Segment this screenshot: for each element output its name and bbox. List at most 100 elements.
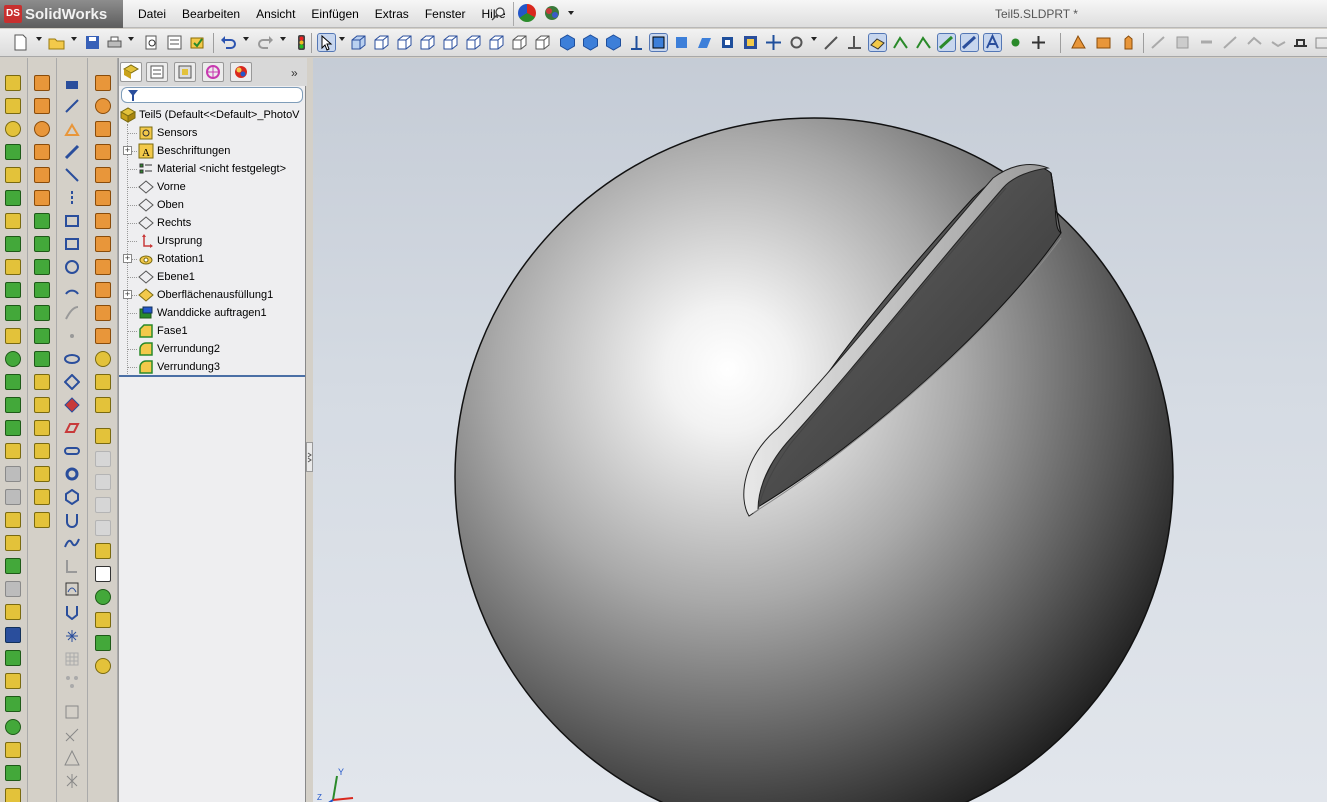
open-folder-icon[interactable]	[48, 34, 65, 51]
freeform-icon[interactable]	[5, 765, 21, 781]
feature-offset-icon[interactable]	[95, 282, 111, 298]
replace-face-icon[interactable]	[34, 420, 50, 436]
boundary-boss-icon[interactable]	[5, 167, 21, 183]
surface-sweep-icon[interactable]	[34, 121, 50, 137]
tree-item[interactable]: Oben	[119, 196, 307, 214]
disabled-tool-1-icon[interactable]	[1150, 34, 1167, 51]
tangent-arc-icon[interactable]	[64, 305, 80, 321]
move-face-icon[interactable]	[34, 512, 50, 528]
circular-pattern-icon[interactable]	[5, 604, 21, 620]
projected-curve-icon[interactable]	[5, 696, 21, 712]
3d-sketch-icon[interactable]	[64, 121, 80, 137]
delete-face-icon[interactable]	[34, 397, 50, 413]
draft-icon[interactable]	[5, 374, 21, 390]
feature-plane-icon[interactable]	[95, 190, 111, 206]
feature-fill-icon[interactable]	[95, 213, 111, 229]
shaded-cube-1-icon[interactable]	[559, 34, 576, 51]
render-2-icon[interactable]	[1095, 34, 1112, 51]
circle-icon[interactable]	[64, 259, 80, 275]
menu-ansicht[interactable]: Ansicht	[248, 7, 303, 21]
smart-dimension-tool-icon[interactable]	[64, 98, 80, 114]
render-3-icon[interactable]	[1120, 34, 1137, 51]
mid-surface-icon[interactable]	[34, 443, 50, 459]
polygon-icon[interactable]	[64, 374, 80, 390]
save-icon[interactable]	[84, 34, 101, 51]
tree-item[interactable]: + A Beschriftungen	[119, 142, 307, 160]
feature-cross-icon[interactable]	[95, 566, 111, 582]
dome-icon[interactable]	[5, 443, 21, 459]
tree-filter-input[interactable]	[121, 87, 303, 103]
rollback-bar[interactable]	[119, 375, 305, 377]
feature-knit-icon[interactable]	[95, 259, 111, 275]
rotate-view-icon[interactable]	[788, 34, 805, 51]
intersect-icon[interactable]	[5, 489, 21, 505]
view-cube-8-icon[interactable]	[511, 34, 528, 51]
ellipse-icon[interactable]	[64, 351, 80, 367]
rotate-dropdown-icon[interactable]	[811, 37, 817, 41]
convert-entities-icon[interactable]	[64, 535, 80, 551]
composite-curve-icon[interactable]	[5, 673, 21, 689]
display-relations-icon[interactable]	[64, 628, 80, 644]
normal-to-icon[interactable]	[628, 34, 645, 51]
points-display-icon[interactable]	[915, 34, 932, 51]
featuremanager-tab-icon[interactable]	[120, 62, 142, 82]
mirror-entities-icon[interactable]	[64, 558, 80, 574]
open-dropdown-icon[interactable]	[71, 37, 77, 41]
lofted-cut-icon[interactable]	[5, 259, 21, 275]
instant3d-icon[interactable]	[5, 581, 21, 597]
relations-display-icon[interactable]	[960, 33, 979, 52]
spiral-icon[interactable]	[5, 719, 21, 735]
fillet-tool-icon[interactable]	[5, 282, 21, 298]
swept-cut-icon[interactable]	[5, 236, 21, 252]
sweep-boss-icon[interactable]	[5, 121, 21, 137]
new-dropdown-icon[interactable]	[36, 37, 42, 41]
feature-extend-icon[interactable]	[95, 328, 111, 344]
hat-tool-icon[interactable]	[1292, 34, 1309, 51]
feature-ruled-icon[interactable]	[95, 305, 111, 321]
feature-boundary-icon[interactable]	[95, 167, 111, 183]
tree-item[interactable]: Fase1	[119, 322, 307, 340]
sketch-picture-icon[interactable]	[64, 727, 80, 743]
plane-tool-icon[interactable]	[64, 420, 80, 436]
planar-surface-icon[interactable]	[34, 213, 50, 229]
disabled-tool-3-icon[interactable]	[1198, 34, 1215, 51]
centerline-icon[interactable]	[64, 190, 80, 206]
shaded-cube-2-icon[interactable]	[582, 34, 599, 51]
view-cube-3-icon[interactable]	[396, 34, 413, 51]
linear-pattern-icon[interactable]	[5, 328, 21, 344]
feature-radiate-icon[interactable]	[95, 397, 111, 413]
appearance-icon[interactable]	[518, 4, 536, 22]
dimension-icon[interactable]	[64, 144, 80, 160]
rebuild-icon[interactable]	[189, 34, 206, 51]
menu-einfuegen[interactable]: Einfügen	[303, 7, 366, 21]
tree-item[interactable]: Rechts	[119, 214, 307, 232]
view-cube-4-icon[interactable]	[419, 34, 436, 51]
move-entities-icon[interactable]	[64, 581, 80, 597]
render-1-icon[interactable]	[1070, 34, 1087, 51]
tree-item[interactable]: Wanddicke auftragen1	[119, 304, 307, 322]
sketches-display-icon[interactable]	[937, 33, 956, 52]
pin-icon[interactable]	[490, 6, 506, 22]
sketch-icon[interactable]	[823, 34, 840, 51]
print-dropdown-icon[interactable]	[128, 37, 134, 41]
disabled-tool-4-icon[interactable]	[1222, 34, 1239, 51]
section-view-icon[interactable]	[696, 34, 713, 51]
dimxpert-tab-icon[interactable]	[202, 62, 224, 82]
surface-revolve-icon[interactable]	[34, 98, 50, 114]
extend-surface-icon[interactable]	[34, 282, 50, 298]
tree-item[interactable]: Ebene1	[119, 268, 307, 286]
new-document-icon[interactable]	[12, 34, 29, 51]
lights-display-icon[interactable]	[1007, 34, 1024, 51]
tree-item[interactable]: Sensors	[119, 124, 307, 142]
feature-disabled-1-icon[interactable]	[95, 451, 111, 467]
parallelogram-icon[interactable]	[64, 236, 80, 252]
filled-surface-icon[interactable]	[34, 190, 50, 206]
slot-icon[interactable]	[64, 443, 80, 459]
select-pointer-icon[interactable]	[317, 33, 336, 52]
revolve-boss-icon[interactable]	[5, 98, 21, 114]
linear-sketch-pattern-icon[interactable]	[64, 604, 80, 620]
plane-display-icon[interactable]	[868, 33, 887, 52]
knit-surface-icon[interactable]	[34, 351, 50, 367]
traffic-light-icon[interactable]	[293, 34, 310, 51]
redo-dropdown-icon[interactable]	[280, 37, 286, 41]
